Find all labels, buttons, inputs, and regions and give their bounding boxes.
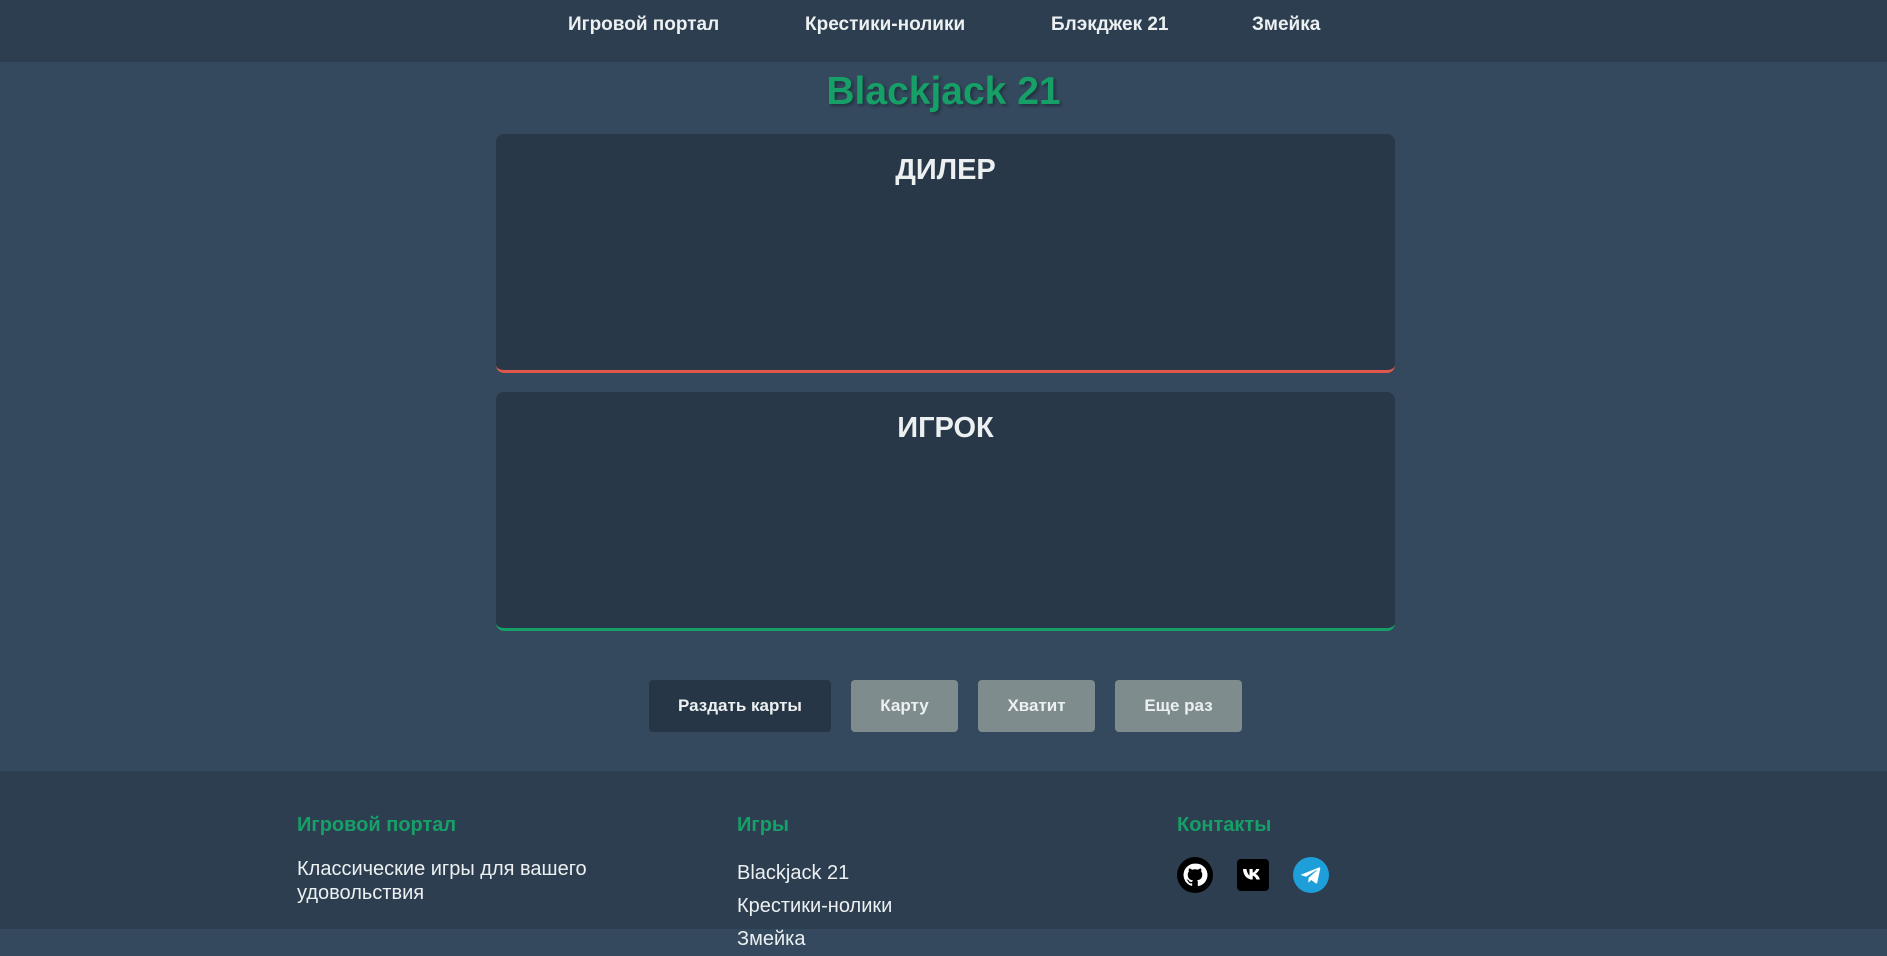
nav-link-blackjack[interactable]: Блэкджек 21 [1051,14,1169,36]
footer-contacts: Контакты [1177,814,1329,893]
footer-games-title: Игры [737,814,790,836]
game-controls: Раздать карты Карту Хватит Еще раз [0,680,1887,732]
footer-about: Игровой портал Классические игры для ваш… [297,814,627,905]
footer-contacts-title: Контакты [1177,814,1272,836]
footer-about-text: Классические игры для вашего удовольстви… [297,858,587,904]
social-links [1177,857,1329,893]
play-again-button[interactable]: Еще раз [1115,680,1242,732]
dealer-hand [496,187,1395,307]
nav-link-tictactoe[interactable]: Крестики-нолики [805,14,965,36]
vk-icon[interactable] [1237,859,1269,891]
nav-link-portal[interactable]: Игровой портал [568,14,719,36]
stand-button[interactable]: Хватит [978,680,1095,732]
player-hand [496,445,1395,565]
footer-link-snake[interactable]: Змейка [737,923,892,956]
footer-about-title: Игровой портал [297,814,457,836]
footer-games: Игры Blackjack 21 Крестики-нолики Змейка [737,814,892,956]
page-title: Blackjack 21 [826,70,1061,113]
footer: Игровой портал Классические игры для ваш… [0,771,1887,950]
hit-button[interactable]: Карту [851,680,958,732]
github-icon[interactable] [1177,857,1213,893]
footer-link-blackjack[interactable]: Blackjack 21 [737,857,892,890]
nav-link-snake[interactable]: Змейка [1252,14,1320,36]
dealer-panel: ДИЛЕР [496,134,1395,373]
player-panel: ИГРОК [496,392,1395,631]
deal-button[interactable]: Раздать карты [649,680,831,732]
player-label: ИГРОК [897,412,994,444]
top-navigation: Игровой портал Крестики-нолики Блэкджек … [0,0,1887,62]
telegram-icon[interactable] [1293,857,1329,893]
dealer-label: ДИЛЕР [895,154,996,186]
footer-link-tictactoe[interactable]: Крестики-нолики [737,890,892,923]
